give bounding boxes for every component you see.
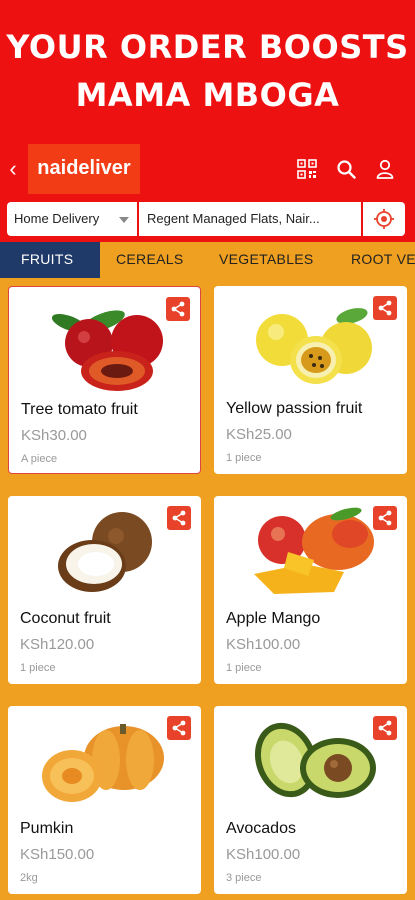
- product-price: KSh120.00: [20, 636, 95, 653]
- product-unit: A piece: [21, 453, 58, 465]
- product-price: KSh25.00: [226, 426, 292, 443]
- share-icon: [378, 300, 392, 316]
- share-button[interactable]: [167, 716, 191, 740]
- share-icon: [172, 510, 186, 526]
- app-logo: naideliver: [28, 144, 140, 194]
- share-icon: [378, 510, 392, 526]
- product-unit: 1 piece: [226, 452, 262, 464]
- user-icon[interactable]: [375, 159, 395, 179]
- product-unit: 1 piece: [226, 662, 262, 674]
- promo-banner: YOUR ORDER BOOSTS MAMA MBOGA: [0, 0, 415, 140]
- avocado-image: [254, 722, 376, 798]
- product-unit: 3 piece: [226, 872, 262, 884]
- product-name: Avocados: [226, 820, 296, 837]
- share-button[interactable]: [373, 296, 397, 320]
- banner-line-1: YOUR ORDER BOOSTS: [6, 28, 409, 66]
- location-bar: Home Delivery Regent Managed Flats, Nair…: [0, 198, 415, 242]
- product-card[interactable]: Pumkin KSh150.00 2kg: [8, 706, 201, 894]
- pumpkin-image: [42, 724, 164, 802]
- crosshair-icon: [374, 209, 394, 229]
- product-name: Apple Mango: [226, 610, 321, 627]
- qr-code-icon[interactable]: [297, 159, 317, 179]
- product-card[interactable]: Coconut fruit KSh120.00 1 piece: [8, 496, 201, 684]
- address-field[interactable]: Regent Managed Flats, Nair...: [139, 202, 361, 236]
- product-name: Coconut fruit: [20, 610, 111, 627]
- product-name: Yellow passion fruit: [226, 400, 363, 417]
- share-icon: [172, 720, 186, 736]
- coconut-image: [58, 512, 152, 592]
- tab-vegetables[interactable]: VEGETABLES: [219, 242, 314, 278]
- banner-line-2: MAMA MBOGA: [75, 76, 340, 114]
- share-button[interactable]: [373, 716, 397, 740]
- category-tabs: FRUITS CEREALS VEGETABLES ROOT VE: [0, 242, 415, 278]
- share-icon: [378, 720, 392, 736]
- app-bar: ‹ naideliver: [0, 140, 415, 198]
- product-unit: 2kg: [20, 872, 38, 884]
- tab-root-vegetables[interactable]: ROOT VE: [351, 242, 415, 278]
- locate-button[interactable]: [363, 202, 405, 236]
- product-card[interactable]: Yellow passion fruit KSh25.00 1 piece: [214, 286, 407, 474]
- product-card[interactable]: Tree tomato fruit KSh30.00 A piece: [8, 286, 201, 474]
- back-button[interactable]: ‹: [4, 156, 22, 182]
- passion-fruit-image: [256, 308, 372, 384]
- share-icon: [171, 301, 185, 317]
- mango-image: [254, 507, 374, 594]
- product-price: KSh100.00: [226, 636, 301, 653]
- tab-fruits[interactable]: FRUITS: [0, 242, 100, 278]
- product-card[interactable]: Apple Mango KSh100.00 1 piece: [214, 496, 407, 684]
- share-button[interactable]: [166, 297, 190, 321]
- tab-cereals[interactable]: CEREALS: [116, 242, 183, 278]
- tree-tomato-image: [51, 310, 163, 391]
- product-card[interactable]: Avocados KSh100.00 3 piece: [214, 706, 407, 894]
- delivery-mode-select[interactable]: Home Delivery: [7, 202, 137, 236]
- chevron-down-icon: [119, 217, 129, 223]
- share-button[interactable]: [373, 506, 397, 530]
- product-unit: 1 piece: [20, 662, 56, 674]
- product-name: Tree tomato fruit: [21, 401, 138, 418]
- product-name: Pumkin: [20, 820, 74, 837]
- product-price: KSh30.00: [21, 427, 87, 444]
- product-price: KSh100.00: [226, 846, 301, 863]
- share-button[interactable]: [167, 506, 191, 530]
- search-icon[interactable]: [336, 159, 356, 179]
- delivery-mode-label: Home Delivery: [14, 211, 100, 226]
- product-price: KSh150.00: [20, 846, 95, 863]
